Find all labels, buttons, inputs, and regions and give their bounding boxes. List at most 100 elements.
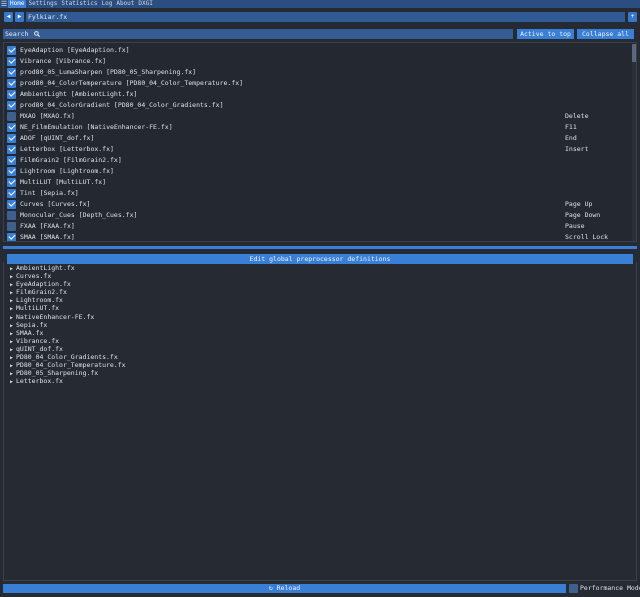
effect-row[interactable]: NE_FilmEmulation [NativeEnhancer-FE.fx] F… xyxy=(7,122,627,132)
collapse-all-button[interactable]: Collapse all xyxy=(577,29,634,39)
effect-checkbox[interactable] xyxy=(7,166,16,176)
previous-preset-button[interactable]: ◀ xyxy=(4,12,13,22)
effect-checkbox[interactable] xyxy=(7,56,16,66)
effect-row[interactable]: AmbientLight [AmbientLight.fx] xyxy=(7,89,627,99)
tab-dxgi[interactable]: DXGI xyxy=(136,0,154,8)
effect-shortcut-key: Scroll Lock xyxy=(565,233,609,241)
edit-preprocessor-button[interactable]: Edit global preprocessor definitions xyxy=(7,254,633,264)
expand-arrow-icon: ▶ xyxy=(10,338,14,345)
effect-shortcut-key: Page Down xyxy=(565,211,601,219)
effect-checkbox[interactable] xyxy=(7,122,16,132)
preprocessor-file-item[interactable]: ▶ FilmGrain2.fx xyxy=(10,288,310,296)
preprocessor-file-label: qUINT_dof.fx xyxy=(16,344,63,353)
effect-row[interactable]: Monocular_Cues [Depth_Cues.fx] Page Down xyxy=(7,210,627,220)
scrollbar-thumb[interactable] xyxy=(632,44,636,62)
performance-mode-label: Performance Mode xyxy=(580,584,640,592)
effect-checkbox[interactable] xyxy=(7,133,16,143)
effect-checkbox[interactable] xyxy=(7,155,16,165)
preprocessor-file-item[interactable]: ▶ Vibrance.fx xyxy=(10,337,310,345)
effect-row[interactable]: FilmGrain2 [FilmGrain2.fx] xyxy=(7,155,627,165)
effect-shortcut-key: Insert xyxy=(565,145,589,153)
plus-icon: + xyxy=(630,13,635,20)
performance-mode-checkbox[interactable] xyxy=(569,584,578,593)
effect-checkbox[interactable] xyxy=(7,45,16,55)
effect-row[interactable]: Letterbox [Letterbox.fx] Insert xyxy=(7,144,627,154)
preprocessor-file-label: Lightroom.fx xyxy=(16,296,63,305)
preprocessor-file-item[interactable]: ▶ AmbientLight.fx xyxy=(10,264,310,272)
effect-row[interactable]: Curves [Curves.fx] Page Up xyxy=(7,199,627,209)
effect-checkbox[interactable] xyxy=(7,177,16,187)
effect-checkbox[interactable] xyxy=(7,199,16,209)
preprocessor-file-item[interactable]: ▶ MultiLUT.fx xyxy=(10,304,310,312)
effect-checkbox[interactable] xyxy=(7,144,16,154)
list-scrollbar[interactable] xyxy=(632,44,636,241)
effect-row[interactable]: Vibrance [Vibrance.fx] xyxy=(7,56,627,66)
preprocessor-file-label: Sepia.fx xyxy=(16,320,48,329)
effect-label: prod80_04_ColorGradient [PD80_04_Color_G… xyxy=(20,101,224,109)
preprocessor-file-item[interactable]: ▶ SMAA.fx xyxy=(10,329,310,337)
preprocessor-file-label: SMAA.fx xyxy=(16,328,44,337)
reload-label: Reload xyxy=(276,584,301,592)
tab-home[interactable]: Home xyxy=(8,0,27,8)
preprocessor-file-item[interactable]: ▶ qUINT_dof.fx xyxy=(10,345,310,353)
next-preset-button[interactable]: ▶ xyxy=(15,12,24,22)
expand-arrow-icon: ▶ xyxy=(10,346,14,353)
tab-log[interactable]: Log xyxy=(99,0,114,8)
tab-statistics[interactable]: Statistics xyxy=(59,0,99,8)
effect-checkbox[interactable] xyxy=(7,232,16,241)
effect-row[interactable]: prod80_05_LumaSharpen [PD80_05_Sharpenin… xyxy=(7,67,627,77)
effect-checkbox[interactable] xyxy=(7,89,16,99)
chevron-right-icon: ▶ xyxy=(17,13,22,20)
effect-label: FilmGrain2 [FilmGrain2.fx] xyxy=(20,156,122,164)
effect-label: AmbientLight [AmbientLight.fx] xyxy=(20,90,138,98)
effect-checkbox[interactable] xyxy=(7,188,16,198)
effect-label: MultiLUT [MultiLUT.fx] xyxy=(20,178,107,186)
effect-checkbox[interactable] xyxy=(7,78,16,88)
effect-row[interactable]: FXAA [FXAA.fx] Pause xyxy=(7,221,627,231)
preprocessor-file-item[interactable]: ▶ PD80_04_Color_Gradients.fx xyxy=(10,353,310,361)
tab-about[interactable]: About xyxy=(114,0,136,8)
effect-checkbox[interactable] xyxy=(7,210,16,220)
expand-arrow-icon: ▶ xyxy=(10,306,14,313)
effect-checkbox[interactable] xyxy=(7,100,16,110)
preprocessor-file-item[interactable]: ▶ NativeEnhancer-FE.fx xyxy=(10,313,310,321)
effect-row[interactable]: EyeAdaption [EyeAdaption.fx] xyxy=(7,45,627,55)
reload-button[interactable]: ↻ Reload xyxy=(3,584,566,593)
effect-shortcut-key: Page Up xyxy=(565,200,593,208)
effect-row[interactable]: prod80_04_ColorGradient [PD80_04_Color_G… xyxy=(7,100,627,110)
tab-settings[interactable]: Settings xyxy=(26,0,59,8)
effect-row[interactable]: prod80_04_ColorTemperature [PD80_04_Colo… xyxy=(7,78,627,88)
effect-row[interactable]: ADOF [qUINT_dof.fx] End xyxy=(7,133,627,143)
menu-icon[interactable]: ☰ xyxy=(0,0,8,8)
preprocessor-file-item[interactable]: ▶ PD80_04_Color_Temperature.fx xyxy=(10,361,310,369)
preprocessor-file-item[interactable]: ▶ Letterbox.fx xyxy=(10,377,310,385)
effect-label: MXAO [MXAO.fx] xyxy=(20,112,75,120)
preset-row: ◀ ▶ Fylkiar.fx + xyxy=(0,10,640,24)
effect-checkbox[interactable] xyxy=(7,221,16,231)
effect-row[interactable]: Tint [Sepia.fx] xyxy=(7,188,627,198)
preprocessor-file-item[interactable]: ▶ Sepia.fx xyxy=(10,321,310,329)
effect-row[interactable]: MXAO [MXAO.fx] Delete xyxy=(7,111,627,121)
preprocessor-file-item[interactable]: ▶ Curves.fx xyxy=(10,272,310,280)
preset-selector[interactable]: Fylkiar.fx xyxy=(26,12,625,22)
preprocessor-file-item[interactable]: ▶ PD80_05_Sharpening.fx xyxy=(10,369,310,377)
add-preset-button[interactable]: + xyxy=(628,12,637,22)
preprocessor-file-label: Vibrance.fx xyxy=(16,336,60,345)
active-to-top-button[interactable]: Active to top xyxy=(517,29,574,39)
preprocessor-file-label: NativeEnhancer-FE.fx xyxy=(16,312,95,321)
effect-checkbox[interactable] xyxy=(7,67,16,77)
effect-row[interactable]: MultiLUT [MultiLUT.fx] xyxy=(7,177,627,187)
preprocessor-file-item[interactable]: ▶ Lightroom.fx xyxy=(10,296,310,304)
expand-arrow-icon: ▶ xyxy=(10,322,14,329)
effect-shortcut-key: Delete xyxy=(565,112,589,120)
effect-checkbox[interactable] xyxy=(7,111,16,121)
panel-splitter[interactable] xyxy=(3,246,637,249)
effect-row[interactable]: SMAA [SMAA.fx] Scroll Lock xyxy=(7,232,627,241)
search-input[interactable]: Search xyxy=(3,29,513,39)
expand-arrow-icon: ▶ xyxy=(10,363,14,370)
expand-arrow-icon: ▶ xyxy=(10,371,14,378)
effect-row[interactable]: Lightroom [Lightroom.fx] xyxy=(7,166,627,176)
preprocessor-file-item[interactable]: ▶ EyeAdaption.fx xyxy=(10,280,310,288)
preprocessor-file-label: AmbientLight.fx xyxy=(16,264,75,272)
effect-label: Vibrance [Vibrance.fx] xyxy=(20,57,107,65)
